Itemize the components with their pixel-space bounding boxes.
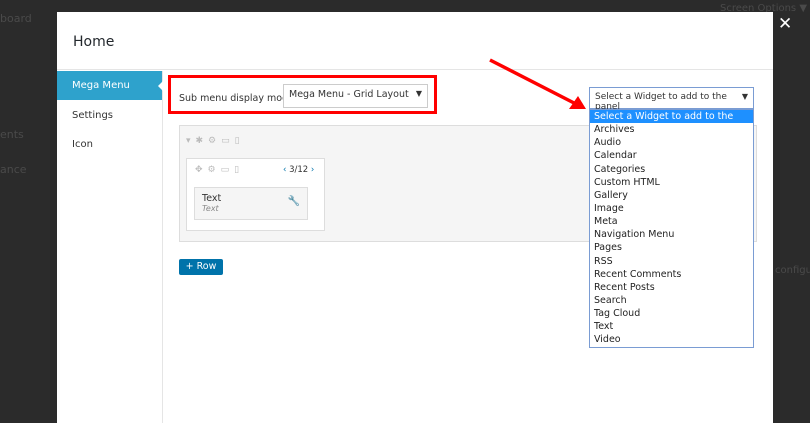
arrow-line <box>489 58 577 106</box>
annotation-arrow <box>489 58 586 109</box>
